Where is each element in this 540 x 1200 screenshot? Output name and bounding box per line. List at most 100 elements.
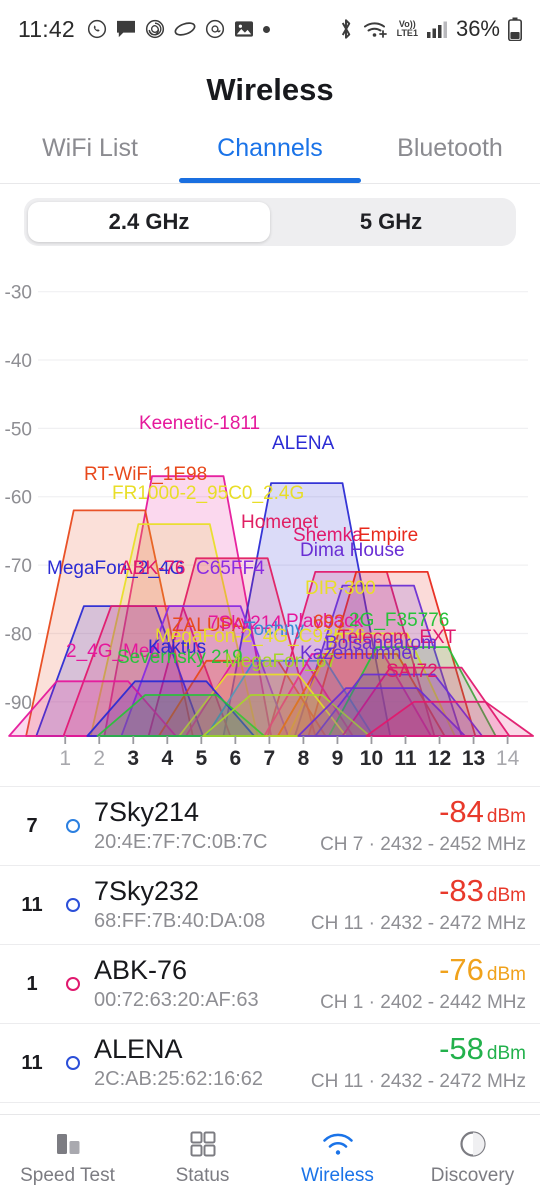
network-graph-label: ABK-76 <box>120 558 186 579</box>
network-color-dot <box>66 819 80 833</box>
bar-chart-icon <box>53 1128 83 1158</box>
status-notification-icons <box>87 19 270 39</box>
network-graph-label: Severnsky 219 <box>117 647 243 668</box>
network-mac: 68:FF:7B:40:DA:08 <box>94 909 266 932</box>
wifi-icon <box>322 1128 354 1158</box>
network-dbm-value: -83 <box>439 873 484 909</box>
network-frequency: CH 11 · 2432 - 2472 MHz <box>310 912 526 934</box>
network-info: 7Sky232 68:FF:7B:40:DA:08 <box>94 877 311 932</box>
network-graph-label: SAI72 <box>386 661 438 682</box>
band-selector: 2.4 GHz 5 GHz <box>24 198 516 246</box>
tab-bar: WiFi List Channels Bluetooth <box>0 126 540 184</box>
network-info: ALENA 2C:AB:25:62:16:62 <box>94 1035 311 1090</box>
bottom-navigation: Speed Test Status Wireless Discovery <box>0 1114 540 1200</box>
network-dbm: -58 dBm <box>311 1031 526 1067</box>
network-channel: 11 <box>21 893 43 916</box>
grid-icon <box>189 1128 217 1158</box>
network-graph-label: Dima House <box>300 540 405 561</box>
signal-bars-icon <box>426 19 448 39</box>
network-signal-info: -58 dBm CH 11 · 2432 - 2472 MHz <box>310 1031 526 1093</box>
network-color-dot <box>66 977 80 991</box>
network-signal-info: -84 dBm CH 7 · 2432 - 2452 MHz <box>320 794 526 856</box>
nav-status-label: Status <box>175 1165 230 1186</box>
channel-graph[interactable]: -30 -40 -50 -60 -70 -80 -90 1 2 3 4 5 6 7 8 9 10 11 12 13 14… <box>0 256 540 786</box>
band-option-5ghz[interactable]: 5 GHz <box>270 202 512 242</box>
band-selector-wrap: 2.4 GHz 5 GHz <box>0 184 540 256</box>
network-mac: 00:72:63:20:AF:63 <box>94 988 259 1011</box>
network-ssid: 7Sky214 <box>94 797 200 828</box>
photo-icon <box>234 20 254 38</box>
network-graph-label: FR1000-2_95C0_2.4G <box>112 483 305 504</box>
network-channel: 1 <box>26 972 38 995</box>
band-option-5ghz-label: 5 GHz <box>359 209 423 234</box>
network-mac: 2C:AB:25:62:16:62 <box>94 1067 264 1090</box>
tab-channels-label: Channels <box>217 134 323 162</box>
network-info: ABK-76 00:72:63:20:AF:63 <box>94 956 320 1011</box>
network-frequency: CH 11 · 2432 - 2472 MHz <box>310 1070 526 1092</box>
network-dbm-unit: dBm <box>486 1043 526 1065</box>
network-dbm-unit: dBm <box>486 885 526 907</box>
network-graph-label: DIR-300 <box>305 578 376 599</box>
status-system-icons: Vo)) LTE1 36% <box>337 16 522 42</box>
nav-status[interactable]: Status <box>135 1128 270 1187</box>
circle-icon <box>459 1128 487 1158</box>
tab-wifi-list-label: WiFi List <box>42 134 138 162</box>
band-option-24ghz-label: 2.4 GHz <box>108 209 190 234</box>
network-row[interactable]: 11 ALENA 2C:AB:25:62:16:62 -58 dBm CH 11 · 24… <box>0 1024 540 1103</box>
network-dbm-value: -58 <box>439 1031 484 1067</box>
page-title: Wireless <box>206 72 334 107</box>
tab-bluetooth[interactable]: Bluetooth <box>360 126 540 183</box>
network-dbm-value: -76 <box>439 952 484 988</box>
nav-wireless[interactable]: Wireless <box>270 1128 405 1187</box>
band-option-24ghz[interactable]: 2.4 GHz <box>28 202 270 242</box>
network-signal-info: -76 dBm CH 1 · 2402 - 2442 MHz <box>320 952 526 1014</box>
channel-graph-labels: Keenetic-1811 ALENA RT-WiFi_1E98 FR1000-2_9… <box>0 256 540 786</box>
network-mac: 20:4E:7F:7C:0B:7C <box>94 830 268 853</box>
network-color-dot-wrap <box>52 819 94 833</box>
network-list[interactable]: 7 7Sky214 20:4E:7F:7C:0B:7C -84 dBm CH 7 · 24… <box>0 786 540 1103</box>
network-ssid: 7Sky232 <box>94 876 200 907</box>
network-dbm: -76 dBm <box>320 952 526 988</box>
wifi-icon <box>363 18 389 40</box>
network-color-dot <box>66 898 80 912</box>
network-info: 7Sky214 20:4E:7F:7C:0B:7C <box>94 798 320 853</box>
whatsapp-icon <box>87 19 107 39</box>
tab-bluetooth-label: Bluetooth <box>397 134 503 162</box>
network-dbm: -83 dBm <box>311 873 526 909</box>
network-graph-label: C65FF4 <box>196 558 265 579</box>
nav-wireless-label: Wireless <box>301 1165 374 1186</box>
network-dbm-value: -84 <box>439 794 484 830</box>
network-channel: 11 <box>21 1051 43 1074</box>
volte-bottom-label: LTE1 <box>396 28 418 38</box>
tab-channels[interactable]: Channels <box>180 126 360 183</box>
spiral-icon <box>145 19 165 39</box>
network-signal-info: -83 dBm CH 11 · 2432 - 2472 MHz <box>310 873 526 935</box>
network-frequency: CH 7 · 2432 - 2452 MHz <box>320 833 526 855</box>
nav-speed-test[interactable]: Speed Test <box>0 1128 135 1187</box>
network-row[interactable]: 11 7Sky232 68:FF:7B:40:DA:08 -83 dBm CH 11 · … <box>0 866 540 945</box>
volte-icon: Vo)) LTE1 <box>397 20 418 38</box>
network-graph-label: ALENA <box>272 433 335 454</box>
nav-speed-test-label: Speed Test <box>20 1165 115 1186</box>
network-dbm: -84 dBm <box>320 794 526 830</box>
network-color-dot <box>66 1056 80 1070</box>
nav-discovery-label: Discovery <box>430 1165 515 1186</box>
network-frequency: CH 1 · 2402 - 2442 MHz <box>320 991 526 1013</box>
network-channel: 7 <box>26 814 38 837</box>
app-screen: 11:42 Vo)) LTE1 36% Wireless WiFi List C… <box>0 0 540 1200</box>
battery-percent: 36% <box>455 16 500 41</box>
network-ssid: ABK-76 <box>94 955 188 986</box>
network-dbm-unit: dBm <box>486 964 526 986</box>
network-ssid: ALENA <box>94 1034 183 1065</box>
network-row[interactable]: 1 ABK-76 00:72:63:20:AF:63 -76 dBm CH 1 · 240… <box>0 945 540 1024</box>
bluetooth-icon <box>337 17 355 41</box>
network-row[interactable]: 7 7Sky214 20:4E:7F:7C:0B:7C -84 dBm CH 7 · 24… <box>0 787 540 866</box>
status-time: 11:42 <box>18 15 75 42</box>
network-graph-label: Keenetic-1811 <box>139 413 261 434</box>
tab-wifi-list[interactable]: WiFi List <box>0 126 180 183</box>
battery-icon <box>508 17 522 41</box>
network-color-dot-wrap <box>52 898 94 912</box>
dot-icon <box>262 25 270 33</box>
network-color-dot-wrap <box>52 977 94 991</box>
nav-discovery[interactable]: Discovery <box>405 1128 540 1187</box>
